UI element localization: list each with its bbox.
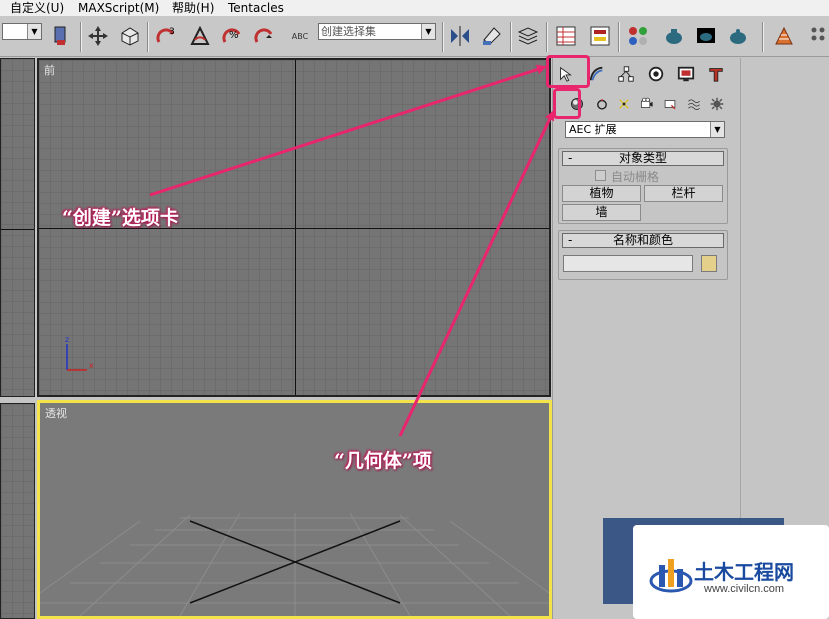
menu-maxscript[interactable]: MAXScript(M) [78,0,159,16]
select-and-link-icon[interactable] [48,22,76,50]
angle-snap-icon[interactable] [186,22,214,50]
menu-bar: 自定义(U) MAXScript(M) 帮助(H) Tentacles [0,0,829,16]
name-color-rollout-header[interactable]: - 名称和颜色 [562,233,724,248]
viewport-label-front[interactable]: 前 [44,62,55,78]
material-editor-icon[interactable] [624,22,652,50]
left-viewport-partial[interactable] [0,58,35,397]
shapes-subtab[interactable] [591,94,613,114]
render-setup-icon[interactable] [660,22,688,50]
svg-text:%: % [229,30,239,41]
utilities-tab[interactable] [703,62,729,86]
foliage-button[interactable]: 植物 [562,185,641,202]
cameras-subtab[interactable] [636,94,658,114]
layer-manager-icon[interactable] [514,22,542,50]
hierarchy-tab[interactable] [613,62,639,86]
menu-customize[interactable]: 自定义(U) [10,0,64,16]
object-category-dropdown[interactable]: AEC 扩展 ▼ [565,121,725,138]
motion-tab[interactable] [643,62,669,86]
percent-snap-icon[interactable]: % [218,22,246,50]
civilcn-logo-icon [649,559,693,593]
helpers-subtab[interactable] [659,94,681,114]
space-warps-subtab[interactable] [683,94,705,114]
dots-grid-icon[interactable] [806,22,829,50]
railing-button[interactable]: 栏杆 [644,185,723,202]
svg-text:3: 3 [169,27,175,37]
perspective-grid [40,512,549,616]
create-tab-highlight [546,55,590,88]
named-selection-set-dropdown[interactable]: 创建选择集 ▼ [318,23,436,40]
mirror-icon[interactable] [446,22,474,50]
watermark-url: www.civilcn.com [704,583,785,595]
axis-z-label: z [65,335,69,344]
selection-filter-dropdown[interactable]: ▼ [2,23,42,40]
render-production-icon[interactable] [724,22,752,50]
axis-tripod: z x [65,335,94,371]
align-icon[interactable] [478,22,506,50]
axis-x-label: x [89,361,94,370]
track-view-icon[interactable] [552,22,580,50]
chevron-down-icon: ▼ [710,122,724,137]
object-type-rollout: - 对象类型 自动栅格 植物 栏杆 墙 [558,148,728,224]
geometry-subtab-highlight [553,88,581,119]
lights-subtab[interactable] [613,94,635,114]
menu-help[interactable]: 帮助(H) [172,0,214,16]
systems-subtab[interactable] [706,94,728,114]
annotation-geometry: “几何体”项 [334,450,432,472]
annotation-create-tab: “创建”选项卡 [62,207,179,229]
object-color-swatch[interactable] [701,255,717,272]
object-name-field[interactable] [563,255,693,272]
chevron-down-icon: ▼ [27,24,41,39]
watermark-title: 土木工程网 [694,560,794,584]
autogrid-checkbox[interactable] [595,170,606,181]
select-move-icon[interactable] [84,22,112,50]
perspective-viewport[interactable]: 透视 [37,400,552,619]
chevron-down-icon: ▼ [421,24,435,39]
edit-named-selection-icon[interactable]: ABC [286,22,314,50]
left-viewport-lower-partial[interactable] [0,403,35,619]
select-rotate-icon[interactable] [116,22,144,50]
rendered-frame-icon[interactable] [692,22,720,50]
spinner-snap-icon[interactable] [250,22,278,50]
wall-button[interactable]: 墙 [562,204,641,221]
autogrid-label: 自动栅格 [611,170,660,184]
menu-tentacles[interactable]: Tentacles [228,0,284,16]
plugin-tool-icon[interactable] [770,22,798,50]
display-tab[interactable] [673,62,699,86]
main-toolbar: ▼ 3 % ABC 创建选择集 ▼ [0,16,829,57]
object-type-rollout-header[interactable]: - 对象类型 [562,151,724,166]
schematic-view-icon[interactable] [586,22,614,50]
3dsmax-window: 自定义(U) MAXScript(M) 帮助(H) Tentacles ▼ 3 … [0,0,829,619]
snap-toggle-icon[interactable]: 3 [152,22,180,50]
